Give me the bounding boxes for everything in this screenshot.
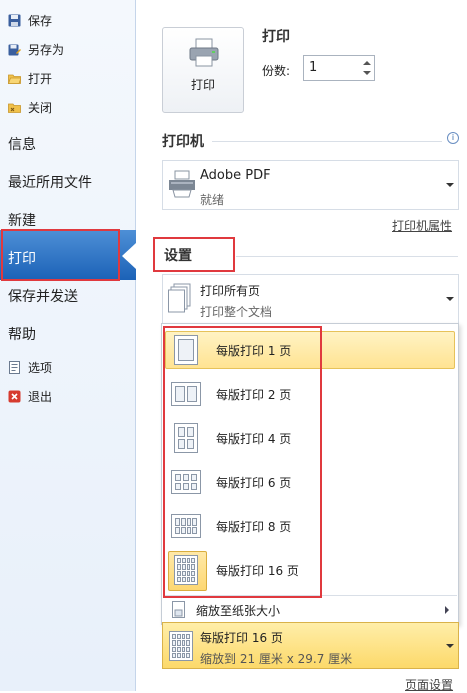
close-folder-icon xyxy=(8,101,21,114)
copies-label: 份数: xyxy=(262,64,291,78)
nav-exit-label: 退出 xyxy=(28,389,53,404)
print-button[interactable]: 打印 xyxy=(162,27,244,113)
chevron-right-icon xyxy=(445,606,449,614)
page-fit-icon xyxy=(172,601,185,621)
exit-icon xyxy=(8,390,21,403)
selected-layout-main: 每版打印 16 页 xyxy=(200,631,283,645)
nav-exit[interactable]: 退出 xyxy=(8,386,52,406)
nav-help[interactable]: 帮助 xyxy=(8,324,36,344)
spin-up-icon[interactable] xyxy=(363,61,371,65)
printer-status: 就绪 xyxy=(200,193,225,207)
nav-open-label: 打开 xyxy=(28,71,53,86)
nav-selected-arrow xyxy=(122,243,136,269)
printer-icon xyxy=(188,38,220,71)
backstage-nav: 保存 另存为 打开 关闭 信息 最近所用文件 新建 打印 保存并发送 帮助 选项… xyxy=(0,0,136,691)
print-range-main: 打印所有页 xyxy=(200,284,261,298)
print-section-title: 打印 xyxy=(262,29,290,45)
info-icon[interactable]: i xyxy=(447,132,459,144)
nav-open[interactable]: 打开 xyxy=(7,68,53,88)
nav-new[interactable]: 新建 xyxy=(8,210,36,230)
annotation-box-print xyxy=(1,229,120,281)
chevron-down-icon xyxy=(446,644,454,648)
nav-save-label: 保存 xyxy=(28,13,53,28)
settings-divider xyxy=(236,256,458,257)
scale-to-paper-label: 缩放至纸张大小 xyxy=(196,604,281,618)
scale-to-paper-item[interactable]: 缩放至纸张大小 xyxy=(162,596,458,624)
nav-info[interactable]: 信息 xyxy=(8,134,36,154)
nav-options-label: 选项 xyxy=(28,360,53,375)
spin-down-icon[interactable] xyxy=(363,71,371,75)
open-folder-icon xyxy=(7,72,22,85)
printer-name: Adobe PDF xyxy=(200,168,271,183)
page-setup-link[interactable]: 页面设置 xyxy=(405,676,453,693)
nav-recent[interactable]: 最近所用文件 xyxy=(8,172,92,192)
nav-save-as-label: 另存为 xyxy=(28,42,65,57)
selected-layout-sub: 缩放到 21 厘米 x 29.7 厘米 xyxy=(200,652,353,666)
nav-close[interactable]: 关闭 xyxy=(8,97,52,117)
nav-save[interactable]: 保存 xyxy=(8,10,52,30)
printer-section-title: 打印机 xyxy=(162,134,204,150)
printer-properties-link[interactable]: 打印机属性 xyxy=(392,217,452,234)
annotation-box-layout-list xyxy=(163,326,322,598)
options-icon xyxy=(8,360,21,374)
chevron-down-icon xyxy=(446,297,454,301)
pages-icon xyxy=(168,283,192,318)
printer-dropdown[interactable]: Adobe PDF 就绪 xyxy=(162,160,459,210)
chevron-down-icon xyxy=(446,183,454,187)
nav-save-as[interactable]: 另存为 xyxy=(8,39,64,59)
printer-divider xyxy=(212,141,442,142)
printer-small-icon xyxy=(167,169,197,202)
nav-close-label: 关闭 xyxy=(28,100,53,115)
nav-options[interactable]: 选项 xyxy=(8,357,52,377)
save-icon xyxy=(8,14,21,27)
nav-save-send[interactable]: 保存并发送 xyxy=(8,286,78,306)
pages-per-sheet-dropdown[interactable]: 每版打印 16 页 缩放到 21 厘米 x 29.7 厘米 xyxy=(162,622,459,669)
print-range-sub: 打印整个文档 xyxy=(200,305,273,319)
save-as-icon xyxy=(8,43,21,56)
copies-spinner[interactable] xyxy=(360,56,374,80)
annotation-box-settings xyxy=(153,237,235,272)
layout-16-icon xyxy=(169,631,193,661)
print-range-dropdown[interactable]: 打印所有页 打印整个文档 xyxy=(162,274,459,324)
print-button-label: 打印 xyxy=(190,78,215,92)
